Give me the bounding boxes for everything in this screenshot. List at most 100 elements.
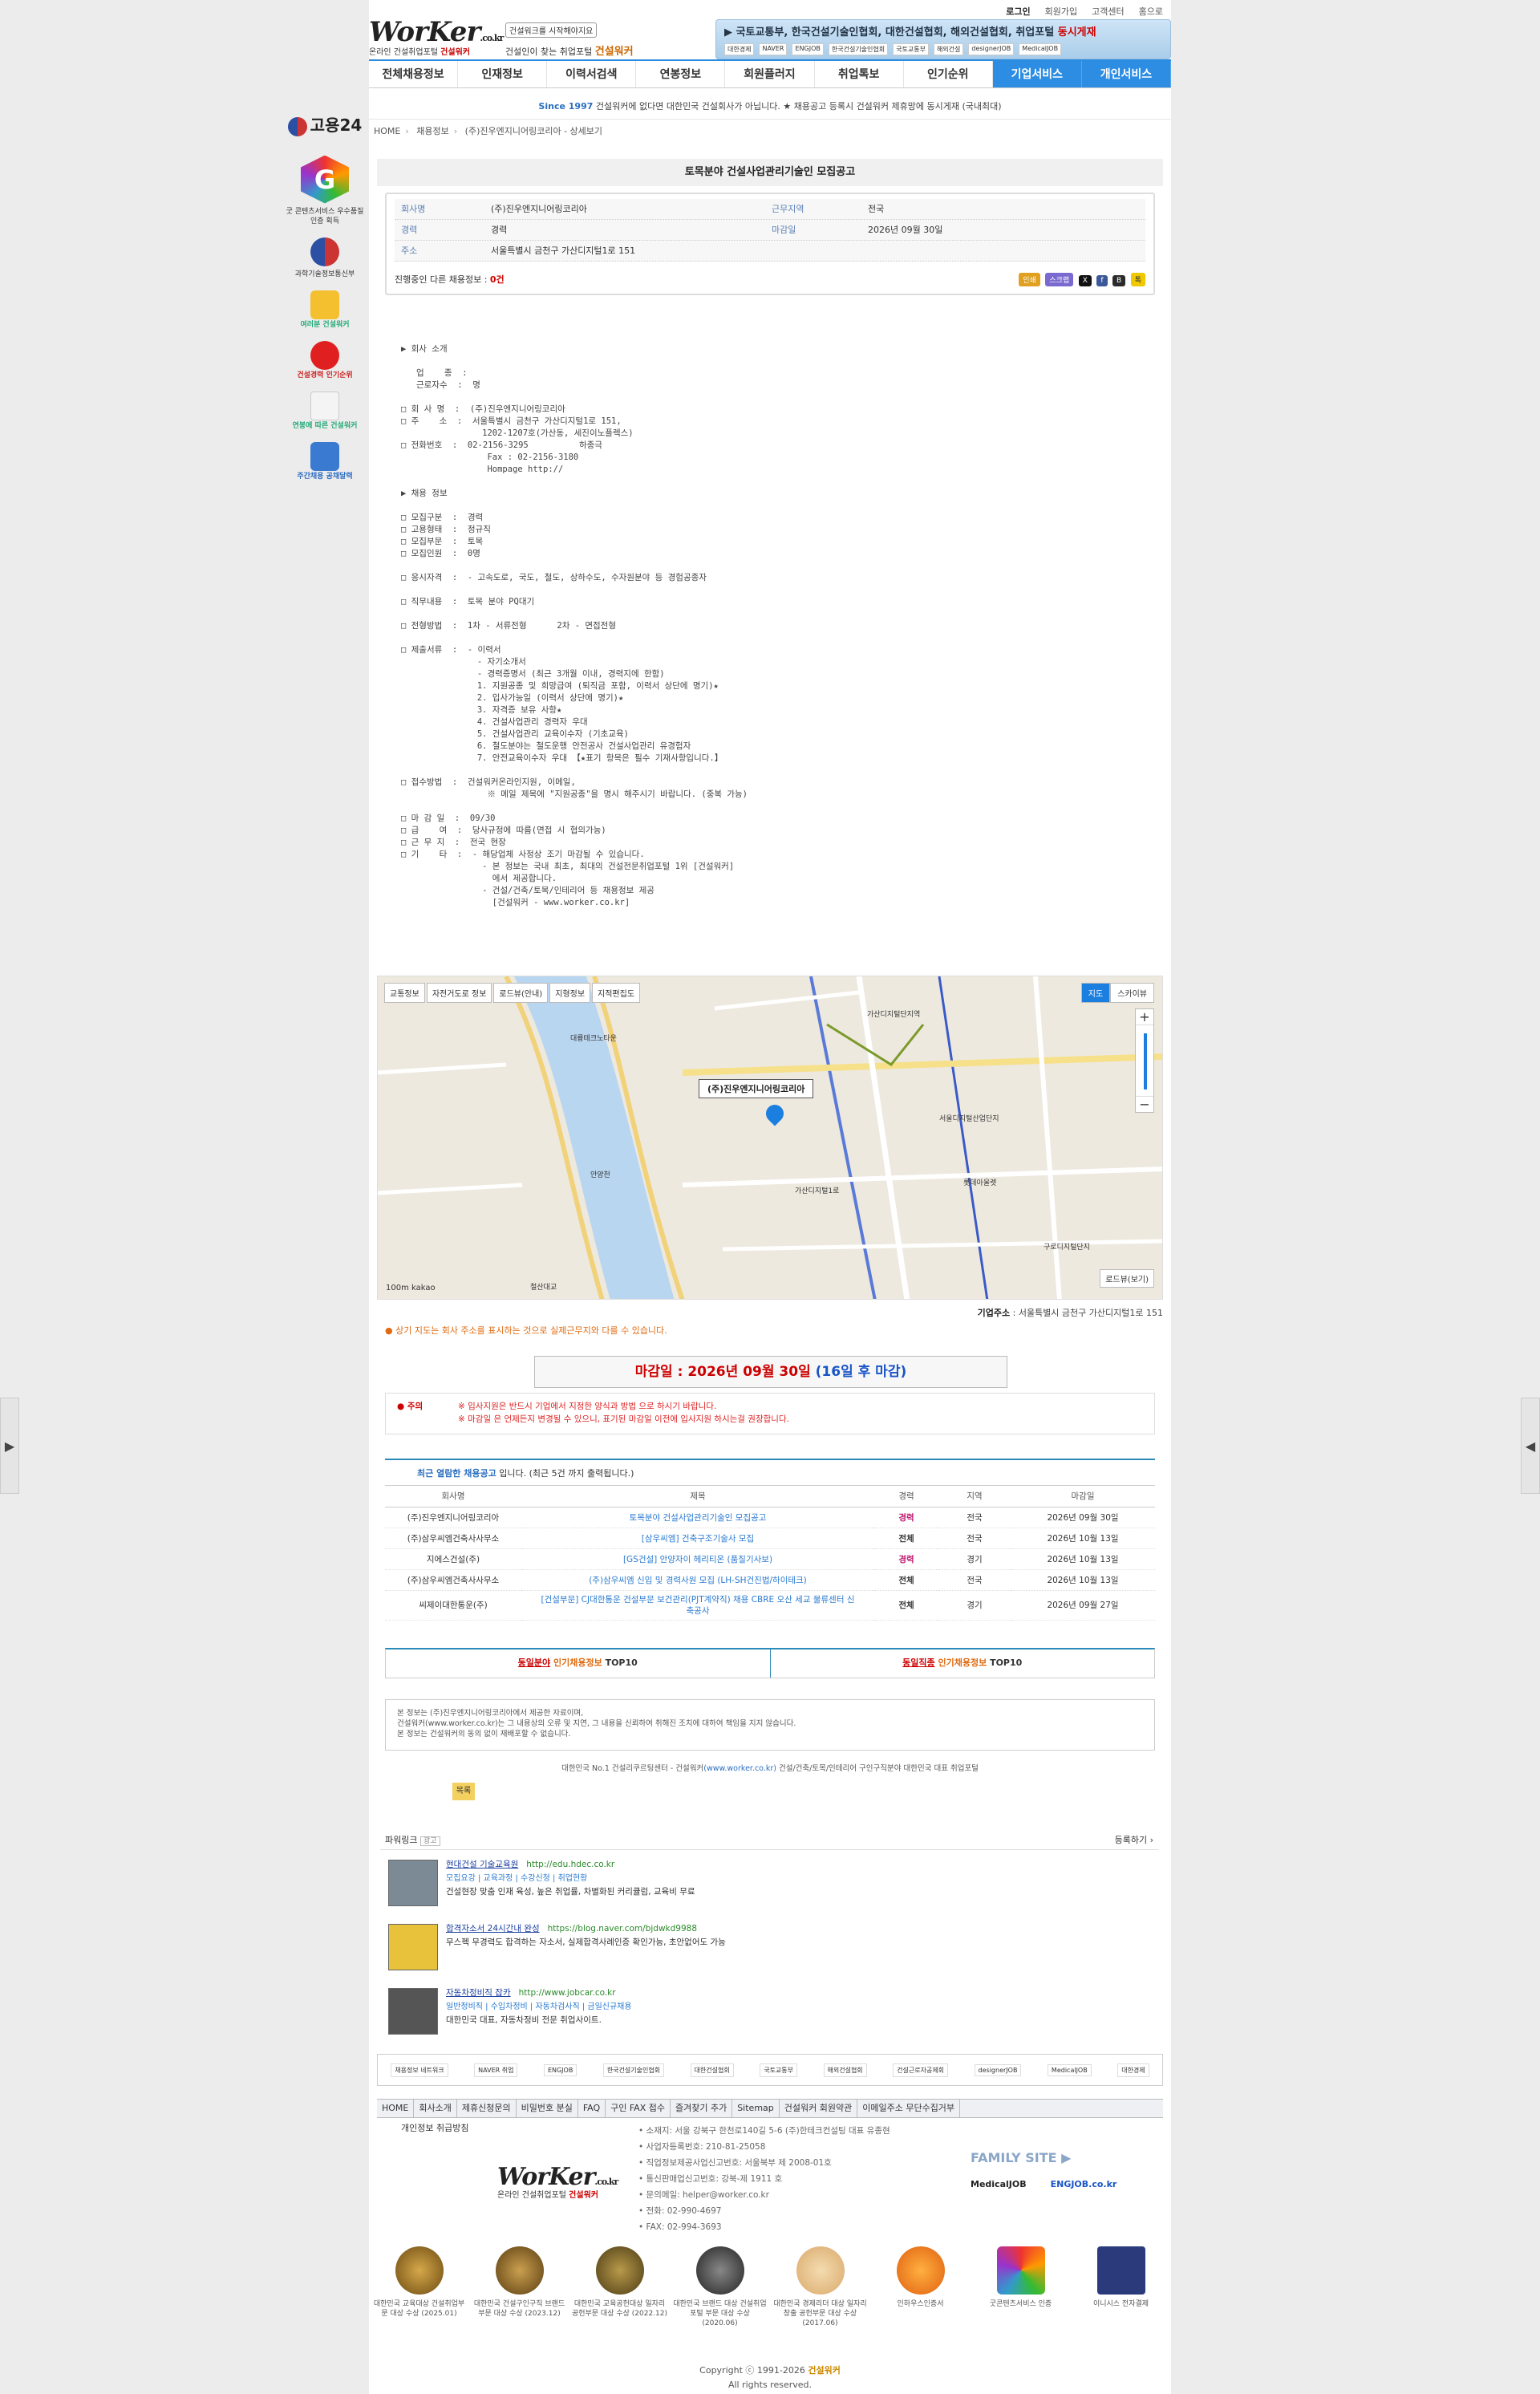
ad-item[interactable]: 자동차정비직 잡카 http://www.jobcar.co.kr 일반정비직 |… [380,1978,1158,2043]
side-item-label[interactable]: 연봉에 따른 건설워커 [285,422,365,431]
footer-link-terms[interactable]: 건설워커 회원약관 [780,2100,858,2117]
ad-url[interactable]: https://blog.naver.com/bjdwkd9988 [548,1924,697,1933]
roadview-button[interactable]: 로드뷰(보기) [1100,1269,1154,1288]
nav-talent[interactable]: 인재정보 [458,61,548,87]
promo-block[interactable]: 건설워크를 시작해야지요 건설인이 찾는 취업포털 건설워커 [505,22,642,58]
map-bike-button[interactable]: 자전거도로 정보 [426,983,492,1003]
map-type-map[interactable]: 지도 [1080,983,1111,1003]
location-map[interactable]: 교통정보 자전거도로 정보 로드뷰(안내) 지형정보 지적편집도 지도 스카이뷰… [377,976,1163,1300]
footer-link-email-policy[interactable]: 이메일주소 무단수집거부 [857,2100,961,2117]
goyong24-link[interactable]: 고용24 [285,112,365,136]
ad-item[interactable]: 합격자소서 24시간내 완성 https://blog.naver.com/bjd… [380,1914,1158,1978]
partner-logo[interactable]: 한국건설기술인협회 [602,2063,665,2077]
side-item-label[interactable]: 주간채용 공채달력 [285,473,365,481]
tab-same-field-top10[interactable]: 동일분야 인기채용정보 TOP10 [386,1649,771,1678]
customer-center-link[interactable]: 고객센터 [1092,5,1124,18]
calendar-icon[interactable] [310,441,339,471]
ongoing-jobs[interactable]: 진행중인 다른 채용정보 : 0건 [395,273,505,286]
nav-company-service[interactable]: 기업서비스 [992,61,1082,87]
partner-logo[interactable]: 국토교통부 [760,2063,798,2077]
ad-name[interactable]: 현대건설 기술교육원 [446,1860,518,1869]
map-traffic-button[interactable]: 교통정보 [384,983,425,1003]
map-roadview-button[interactable]: 로드뷰(안내) [493,983,549,1003]
family-site-title[interactable]: FAMILY SITE ▶ [971,2150,1071,2165]
footer-link-partnership[interactable]: 제휴신청문의 [457,2100,517,2117]
zoom-slider[interactable] [1136,1025,1153,1097]
partner-logo[interactable]: 해외건설협회 [823,2063,867,2077]
home-link[interactable]: 홈으로 [1139,5,1163,18]
map-cadastral-button[interactable]: 지적편집도 [592,983,641,1003]
ad-sublinks[interactable]: 일반정비직 | 수입차정비 | 자동차검사직 | 금일신규채용 [446,2000,1158,2014]
side-item-label[interactable]: 여러분 건설워커 [285,321,365,330]
nav-ranking[interactable]: 인기순위 [904,61,993,87]
cell-title-link[interactable]: (주)삼우씨엠 신입 및 경력사원 모집 (LH-SH건진법/하이테크) [521,1569,874,1591]
table-row[interactable]: 씨제이대한통운(주) [건설부문] CJ대한통운 건설부문 보건관리(PJT계약… [385,1590,1155,1621]
table-row[interactable]: (주)삼우씨엠건축사사무소 [삼우씨엠] 건축구조기술사 모집 전체 전국 20… [385,1528,1155,1549]
nav-member[interactable]: 회원플러지 [725,61,815,87]
site-url[interactable]: (www.worker.co.kr) [703,1764,776,1773]
footer-link-password[interactable]: 비밀번호 분실 [517,2100,578,2117]
table-row[interactable]: (주)진우엔지니어링코리아 토목분야 건설사업관리기술인 모집공고 경력 전국 … [385,1507,1155,1528]
list-button[interactable]: 목록 [452,1783,475,1800]
ladybug-icon[interactable] [310,340,339,370]
ad-sublinks[interactable]: 모집요강 | 교육과정 | 수강신청 | 취업현황 [446,1872,1158,1885]
footer-link-home[interactable]: HOME [377,2100,415,2117]
good-content-icon[interactable]: G [301,155,349,204]
site-logo[interactable]: WorKer.co.kr 온라인 건설취업포털 건설워커 [369,16,505,63]
partner-logo[interactable]: ENGJOB [543,2063,578,2076]
cell-title-link[interactable]: [삼우씨엠] 건축구조기술사 모집 [521,1528,874,1549]
footer-link-fax[interactable]: 구인 FAX 접수 [606,2100,671,2117]
nav-career-talk[interactable]: 취업톡보 [815,61,904,87]
map-terrain-button[interactable]: 지형정보 [549,983,591,1003]
partner-logo[interactable]: NAVER 취업 [474,2063,518,2077]
footer-link-faq[interactable]: FAQ [578,2100,606,2117]
nav-personal-service[interactable]: 개인서비스 [1081,61,1171,87]
partner-logo[interactable]: 대한건설협회 [690,2063,734,2077]
breadcrumb-jobs[interactable]: 채용정보 [416,126,448,136]
trophy-icon[interactable] [310,290,339,319]
kakao-share-button[interactable]: 톡 [1130,273,1145,286]
scrap-button[interactable]: 스크랩 [1045,273,1074,286]
ad-name[interactable]: 자동차정비직 잡카 [446,1988,511,1998]
x-share-button[interactable]: X [1078,275,1092,286]
nav-all-jobs[interactable]: 전체채용정보 [369,61,459,87]
facebook-share-button[interactable]: f [1096,275,1108,286]
partner-logo[interactable]: 대한경제 [1117,2063,1149,2077]
breadcrumb-home[interactable]: HOME [374,126,400,136]
nav-salary[interactable]: 연봉정보 [636,61,726,87]
partner-logo[interactable]: MedicalJOB [1047,2063,1092,2076]
footer-link-bookmark[interactable]: 즐겨찾기 추가 [671,2100,733,2117]
table-row[interactable]: 지에스건설(주) [GS건설] 안양자이 헤리티온 (품질기사보) 경력 경기 … [385,1548,1155,1570]
zoom-out-button[interactable]: − [1136,1097,1153,1112]
ad-item[interactable]: 현대건설 기술교육원 http://edu.hdec.co.kr 모집요강 | 교… [380,1850,1158,1914]
register-ad-link[interactable]: 등록하기 › [1115,1831,1153,1849]
ad-name[interactable]: 합격자소서 24시간내 완성 [446,1924,540,1933]
table-row[interactable]: (주)삼우씨엠건축사사무소 (주)삼우씨엠 신입 및 경력사원 모집 (LH-S… [385,1569,1155,1591]
tab-same-job-top10[interactable]: 동일직종 인기채용정보 TOP10 [771,1649,1155,1678]
cell-title-link[interactable]: [GS건설] 안양자이 헤리티온 (품질기사보) [521,1548,874,1570]
side-item-label[interactable]: 건설경력 인기순위 [285,371,365,380]
family-site-medicaljob[interactable]: MedicalJOB [971,2179,1027,2189]
blog-share-button[interactable]: B [1112,275,1126,286]
left-arrow-icon[interactable]: ▶ [0,1398,19,1494]
salary-icon[interactable] [310,391,339,420]
partner-logo[interactable]: designerJOB [974,2063,1022,2076]
network-banner[interactable]: ▶ 국토교통부, 한국건설기술인협회, 대한건설협회, 해외건설협회, 취업포털… [715,19,1171,59]
privacy-link[interactable]: 개인정보 취급방침 [401,2121,468,2134]
cell-title-link[interactable]: [건설부문] CJ대한통운 건설부문 보건관리(PJT계약직) 채용 CBRE … [521,1590,874,1621]
footer-link-sitemap[interactable]: Sitemap [732,2100,780,2117]
partner-logo[interactable]: 채용정보 네트워크 [391,2063,448,2077]
partner-logo[interactable]: 건설근로자공제회 [893,2063,949,2077]
ad-url[interactable]: http://edu.hdec.co.kr [526,1860,614,1869]
map-type-skyview[interactable]: 스카이뷰 [1110,983,1154,1003]
family-site-engjob[interactable]: ENGJOB.co.kr [1051,2179,1117,2189]
nav-resume-search[interactable]: 이력서검색 [547,61,637,87]
zoom-in-button[interactable]: + [1136,1009,1153,1025]
ad-url[interactable]: http://www.jobcar.co.kr [519,1988,616,1998]
login-link[interactable]: 로그인 [1006,5,1030,18]
join-link[interactable]: 회원가입 [1045,5,1077,18]
cell-title-link[interactable]: 토목분야 건설사업관리기술인 모집공고 [521,1507,874,1528]
right-arrow-icon[interactable]: ◀ [1521,1398,1540,1494]
print-button[interactable]: 인쇄 [1019,273,1040,286]
footer-link-about[interactable]: 회사소개 [414,2100,457,2117]
